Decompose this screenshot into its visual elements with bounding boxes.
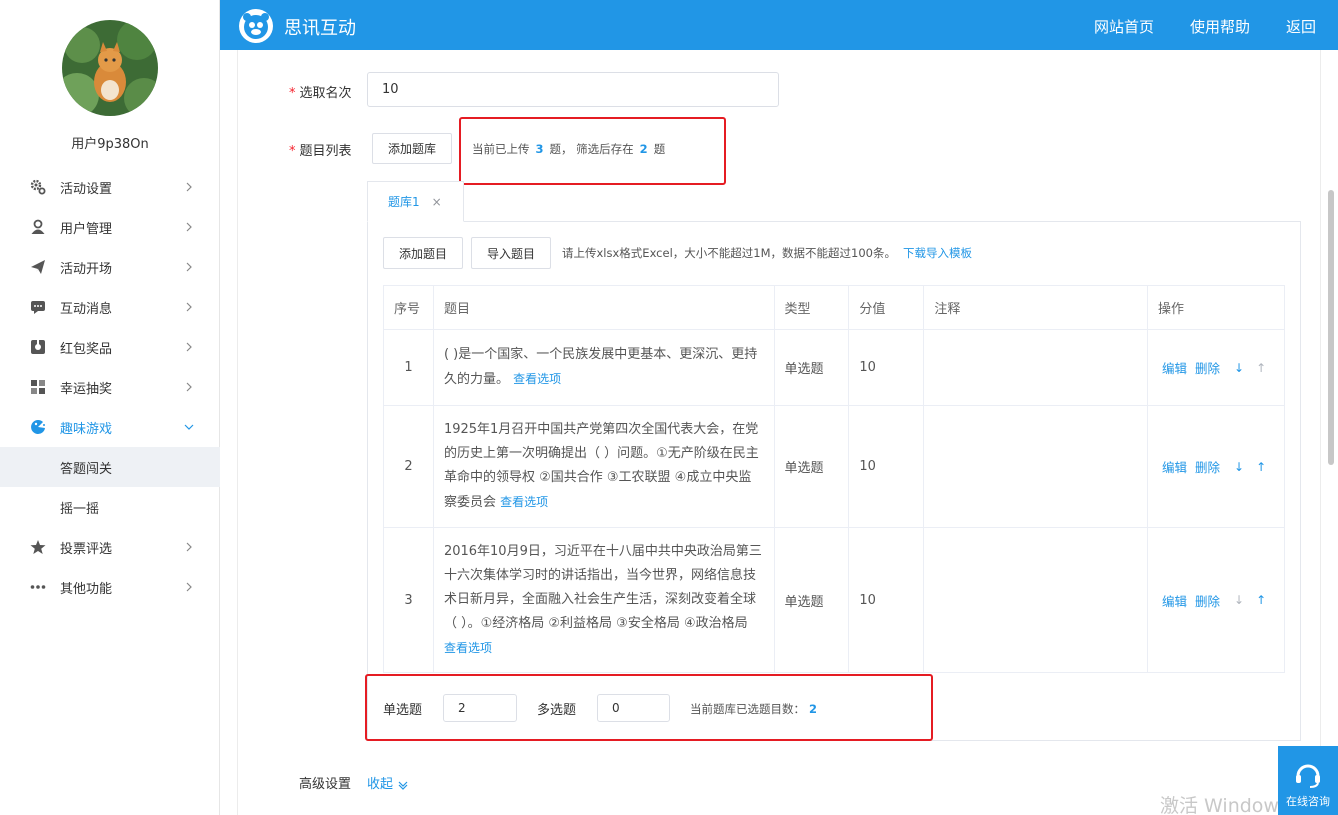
chevron-right-icon — [186, 262, 192, 272]
username: 用户9p38On — [71, 137, 149, 152]
tab-bank-1[interactable]: 题库1 × — [367, 181, 464, 222]
nav-back-link[interactable]: 返回 — [1286, 16, 1316, 37]
table-row: 1 ( )是一个国家、一个民族发展中更基本、更深沉、更持久的力量。 查看选项 单… — [383, 329, 1285, 406]
nav-help-link[interactable]: 使用帮助 — [1190, 16, 1250, 37]
import-hint: 请上传xlsx格式Excel，大小不能超过1M，数据不能超过100条。 — [562, 246, 896, 260]
paper-plane-icon — [30, 259, 46, 275]
chevron-right-icon — [186, 182, 192, 192]
sidebar-subitem-shake[interactable]: 摇一摇 — [0, 487, 220, 527]
col-actions: 操作 — [1147, 285, 1285, 330]
chevron-down-icon — [184, 424, 194, 430]
view-options-link[interactable]: 查看选项 — [513, 372, 561, 386]
avatar[interactable] — [62, 20, 158, 116]
rank-label: * 选取名次 — [289, 86, 352, 101]
headset-icon — [1296, 764, 1320, 788]
delete-button[interactable]: 删除 — [1195, 457, 1220, 476]
move-down-icon[interactable]: ↓ — [1234, 593, 1244, 607]
brand-name: 思讯互动 — [284, 18, 356, 39]
table-row: 2 1925年1月召开中国共产党第四次全国代表大会，在党的历史上第一次明确提出（… — [383, 405, 1285, 528]
move-up-icon[interactable]: ↑ — [1256, 361, 1266, 375]
chevron-right-icon — [186, 382, 192, 392]
advanced-settings-label: 高级设置 — [299, 777, 352, 792]
nav-home-link[interactable]: 网站首页 — [1094, 16, 1154, 37]
move-down-icon[interactable]: ↓ — [1234, 361, 1244, 375]
message-icon — [30, 299, 46, 315]
online-consult-button[interactable]: 在线咨询 — [1278, 746, 1338, 815]
chevron-right-icon — [186, 342, 192, 352]
add-bank-button[interactable]: 添加题库 — [372, 133, 452, 164]
more-icon — [30, 579, 46, 595]
sidebar-item-activity-settings[interactable]: 活动设置 — [0, 167, 220, 207]
user-icon — [30, 219, 46, 235]
sidebar: 用户9p38On 活动设置 用户管理 活动开场 互动消息 红包奖品 幸运抽奖 趣… — [0, 0, 220, 815]
scrollbar[interactable] — [1328, 190, 1334, 465]
edit-button[interactable]: 编辑 — [1162, 358, 1187, 377]
sidebar-item-red-packet-prizes[interactable]: 红包奖品 — [0, 327, 220, 367]
logo-icon — [239, 9, 273, 43]
collapse-link[interactable]: 收起 — [367, 773, 409, 792]
chevron-right-icon — [186, 582, 192, 592]
sidebar-item-fun-games[interactable]: 趣味游戏 — [0, 407, 220, 447]
lottery-icon — [30, 379, 46, 395]
col-question: 题目 — [432, 285, 775, 330]
table-header-row: 序号 题目 类型 分值 注释 操作 — [383, 285, 1285, 330]
sidebar-item-voting[interactable]: 投票评选 — [0, 527, 220, 567]
table-row: 3 2016年10月9日，习近平在十八届中共中央政治局第三十六次集体学习时的讲话… — [383, 527, 1285, 673]
sidebar-item-other-features[interactable]: 其他功能 — [0, 567, 220, 607]
question-table: 序号 题目 类型 分值 注释 操作 1 ( )是一个国家、一个民族发展中更基本、… — [383, 285, 1285, 673]
chevron-right-icon — [186, 222, 192, 232]
delete-button[interactable]: 删除 — [1195, 358, 1220, 377]
highlight-box-upload — [459, 117, 726, 185]
activation-watermark: 激活 Window — [1160, 795, 1279, 815]
move-up-icon[interactable]: ↑ — [1256, 593, 1266, 607]
rank-input[interactable]: 10 — [367, 72, 779, 107]
col-note: 注释 — [923, 285, 1149, 330]
edit-button[interactable]: 编辑 — [1162, 457, 1187, 476]
top-header: 思讯互动 网站首页 使用帮助 返回 — [220, 0, 1338, 50]
sidebar-menu: 活动设置 用户管理 活动开场 互动消息 红包奖品 幸运抽奖 趣味游戏 答题闯关 … — [0, 167, 220, 607]
move-down-icon[interactable]: ↓ — [1234, 460, 1244, 474]
star-icon — [30, 539, 46, 555]
sidebar-item-lucky-draw[interactable]: 幸运抽奖 — [0, 367, 220, 407]
sidebar-subitem-quiz[interactable]: 答题闯关 — [0, 447, 220, 487]
game-icon — [30, 419, 46, 435]
view-options-link[interactable]: 查看选项 — [500, 495, 548, 509]
move-up-icon[interactable]: ↑ — [1256, 460, 1266, 474]
sidebar-item-user-management[interactable]: 用户管理 — [0, 207, 220, 247]
view-options-link[interactable]: 查看选项 — [444, 641, 492, 655]
question-list-label: * 题目列表 — [289, 144, 352, 159]
chevron-right-icon — [186, 542, 192, 552]
col-score: 分值 — [848, 285, 925, 330]
chevron-right-icon — [186, 302, 192, 312]
delete-button[interactable]: 删除 — [1195, 591, 1220, 610]
close-icon[interactable]: × — [432, 195, 442, 209]
add-question-button[interactable]: 添加题目 — [383, 237, 463, 269]
import-question-button[interactable]: 导入题目 — [471, 237, 551, 269]
col-index: 序号 — [383, 285, 434, 330]
download-template-link[interactable]: 下载导入模板 — [903, 245, 972, 261]
highlight-box-counts — [365, 674, 933, 741]
sidebar-item-interactive-messages[interactable]: 互动消息 — [0, 287, 220, 327]
gear-icon — [30, 179, 46, 195]
chevron-down-icon — [398, 781, 408, 790]
sidebar-item-activity-opening[interactable]: 活动开场 — [0, 247, 220, 287]
col-type: 类型 — [773, 285, 850, 330]
gift-icon — [30, 339, 46, 355]
edit-button[interactable]: 编辑 — [1162, 591, 1187, 610]
